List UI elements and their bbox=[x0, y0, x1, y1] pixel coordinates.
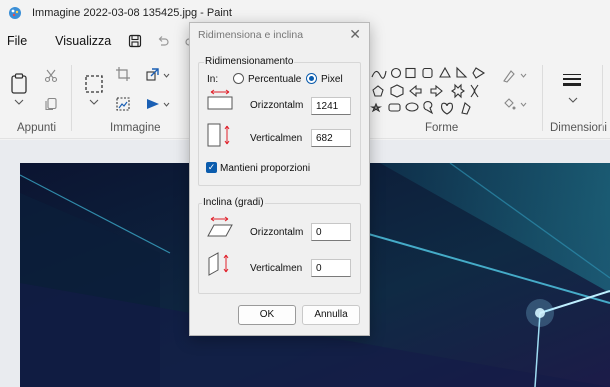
group-label-clipboard: Appunti bbox=[17, 122, 57, 134]
fill-icon[interactable] bbox=[502, 97, 516, 111]
cut-icon[interactable] bbox=[44, 69, 58, 83]
chevron-down-icon[interactable] bbox=[520, 102, 527, 107]
chevron-down-icon[interactable] bbox=[163, 73, 170, 78]
rotate-icon[interactable] bbox=[146, 97, 160, 111]
close-icon[interactable]: ✕ bbox=[349, 26, 361, 43]
undo-icon[interactable] bbox=[152, 30, 174, 52]
skew-horizontal-label: Orizzontalm bbox=[250, 227, 304, 238]
resize-vertical-label: Verticalmen bbox=[250, 133, 303, 144]
stroke-size-icon[interactable] bbox=[562, 73, 582, 89]
skew-vertical-label: Verticalmen bbox=[250, 263, 303, 274]
group-label-dimensions: Dimensioni bbox=[550, 122, 607, 134]
cancel-button[interactable]: Annulla bbox=[302, 305, 360, 325]
save-icon[interactable] bbox=[124, 30, 146, 52]
outline-icon[interactable] bbox=[502, 69, 516, 83]
dialog-title: Ridimensiona e inclina bbox=[198, 29, 304, 41]
paste-icon[interactable] bbox=[10, 73, 28, 95]
chevron-down-icon[interactable] bbox=[14, 99, 24, 105]
menu-view[interactable]: Visualizza bbox=[48, 34, 118, 48]
percent-radio[interactable] bbox=[233, 73, 244, 84]
resize-horizontal-input[interactable] bbox=[311, 97, 351, 115]
skew-vertical-input[interactable] bbox=[311, 259, 351, 277]
resize-vertical-input[interactable] bbox=[311, 129, 351, 147]
crop-icon[interactable] bbox=[116, 67, 130, 81]
ribbon-separator bbox=[71, 65, 72, 131]
resize-icon[interactable] bbox=[146, 67, 160, 81]
window-title: Immagine 2022-03-08 135425.jpg - Paint bbox=[32, 7, 232, 19]
group-label-shapes: Forme bbox=[425, 122, 459, 134]
chevron-down-icon[interactable] bbox=[520, 73, 527, 78]
keep-ratio-label[interactable]: Mantieni proporzioni bbox=[220, 163, 310, 174]
ribbon-separator bbox=[542, 65, 543, 131]
copy-icon[interactable] bbox=[44, 97, 58, 111]
pixel-option-label[interactable]: Pixel bbox=[321, 74, 343, 85]
shapes-gallery-icon[interactable] bbox=[370, 65, 492, 123]
percent-option-label[interactable]: Percentuale bbox=[248, 74, 301, 85]
chevron-down-icon[interactable] bbox=[163, 102, 170, 107]
horizontal-skew-icon bbox=[207, 216, 233, 237]
pixel-radio[interactable] bbox=[306, 73, 317, 84]
skew-horizontal-input[interactable] bbox=[311, 223, 351, 241]
resize-by-label: In: bbox=[207, 74, 219, 85]
image-select-icon[interactable] bbox=[116, 97, 130, 111]
keep-ratio-checkbox[interactable]: ✓ bbox=[206, 162, 217, 173]
ribbon-separator bbox=[602, 65, 603, 131]
resize-skew-dialog: Ridimensiona e inclina ✕ Ridimensionamen… bbox=[189, 22, 370, 336]
chevron-down-icon[interactable] bbox=[568, 97, 578, 103]
chevron-down-icon[interactable] bbox=[89, 99, 99, 105]
vertical-resize-icon bbox=[207, 123, 230, 147]
ok-button[interactable]: OK bbox=[238, 305, 296, 325]
resize-horizontal-label: Orizzontalm bbox=[250, 100, 304, 111]
menu-file[interactable]: File bbox=[0, 34, 34, 48]
skew-legend: Inclina (gradi) bbox=[202, 197, 265, 208]
group-label-image: Immagine bbox=[110, 122, 161, 134]
paint-app-icon bbox=[9, 7, 21, 19]
horizontal-resize-icon bbox=[207, 89, 233, 110]
resize-legend: Ridimensionamento bbox=[204, 56, 295, 67]
select-icon[interactable] bbox=[84, 74, 104, 94]
vertical-skew-icon bbox=[208, 252, 229, 276]
